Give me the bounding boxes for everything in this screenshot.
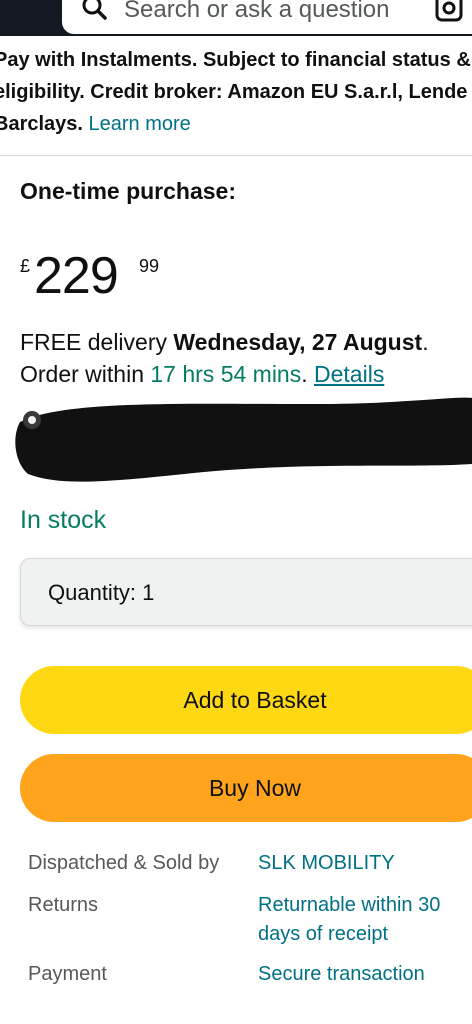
- order-prefix: Order within: [20, 361, 151, 387]
- search-input[interactable]: Search or ask a question: [124, 0, 390, 24]
- delivery-prefix: FREE delivery: [20, 329, 174, 355]
- seller-link[interactable]: SLK MOBILITY: [258, 849, 395, 878]
- buy-now-button[interactable]: Buy Now: [20, 754, 472, 822]
- returns-value-line-2: days of receipt: [258, 923, 389, 945]
- quantity-selector[interactable]: Quantity: 1: [20, 558, 472, 626]
- divider: [0, 155, 472, 156]
- price-fraction: 99: [139, 256, 160, 276]
- price-whole: 229: [34, 247, 119, 305]
- payment-label: Payment: [28, 963, 107, 985]
- returns-value-line-1: Returnable within 30: [258, 894, 441, 916]
- payment-link[interactable]: Secure transaction: [258, 960, 425, 989]
- instalments-line-3: Barclays. Learn more: [0, 108, 472, 140]
- camera-icon[interactable]: [434, 0, 464, 24]
- order-within-line: Order within 17 hrs 54 mins. Details: [20, 358, 429, 390]
- search-box[interactable]: Search or ask a question: [62, 0, 472, 34]
- purchase-title: One-time purchase:: [20, 178, 236, 204]
- delivery-info: FREE delivery Wednesday, 27 August. Orde…: [20, 326, 429, 390]
- add-to-basket-button[interactable]: Add to Basket: [20, 666, 472, 734]
- redacted-location-scribble: [15, 397, 472, 482]
- stock-status: In stock: [20, 506, 107, 534]
- instalments-notice: Pay with Instalments. Subject to financi…: [0, 44, 472, 140]
- instalments-line-1: Pay with Instalments. Subject to financi…: [0, 49, 471, 71]
- returns-link[interactable]: Returnable within 30 days of receipt: [258, 891, 440, 949]
- delivery-countdown: 17 hrs 54 mins: [150, 361, 302, 387]
- details-link[interactable]: Details: [314, 361, 384, 387]
- learn-more-link[interactable]: Learn more: [89, 113, 191, 135]
- quantity-label: Quantity: 1: [48, 580, 155, 605]
- instalments-line-3-text: Barclays.: [0, 113, 83, 135]
- top-bar: Search or ask a question: [0, 0, 472, 36]
- dispatched-label: Dispatched & Sold by: [28, 852, 220, 874]
- price-currency: £: [20, 256, 31, 276]
- delivery-line: FREE delivery Wednesday, 27 August.: [20, 326, 429, 358]
- search-icon[interactable]: [80, 0, 108, 22]
- returns-label: Returns: [28, 894, 99, 916]
- delivery-date: Wednesday, 27 August: [173, 329, 423, 355]
- delivery-suffix: .: [422, 329, 429, 355]
- instalments-line-2: eligibility. Credit broker: Amazon EU S.…: [0, 81, 468, 103]
- order-suffix: .: [301, 361, 315, 387]
